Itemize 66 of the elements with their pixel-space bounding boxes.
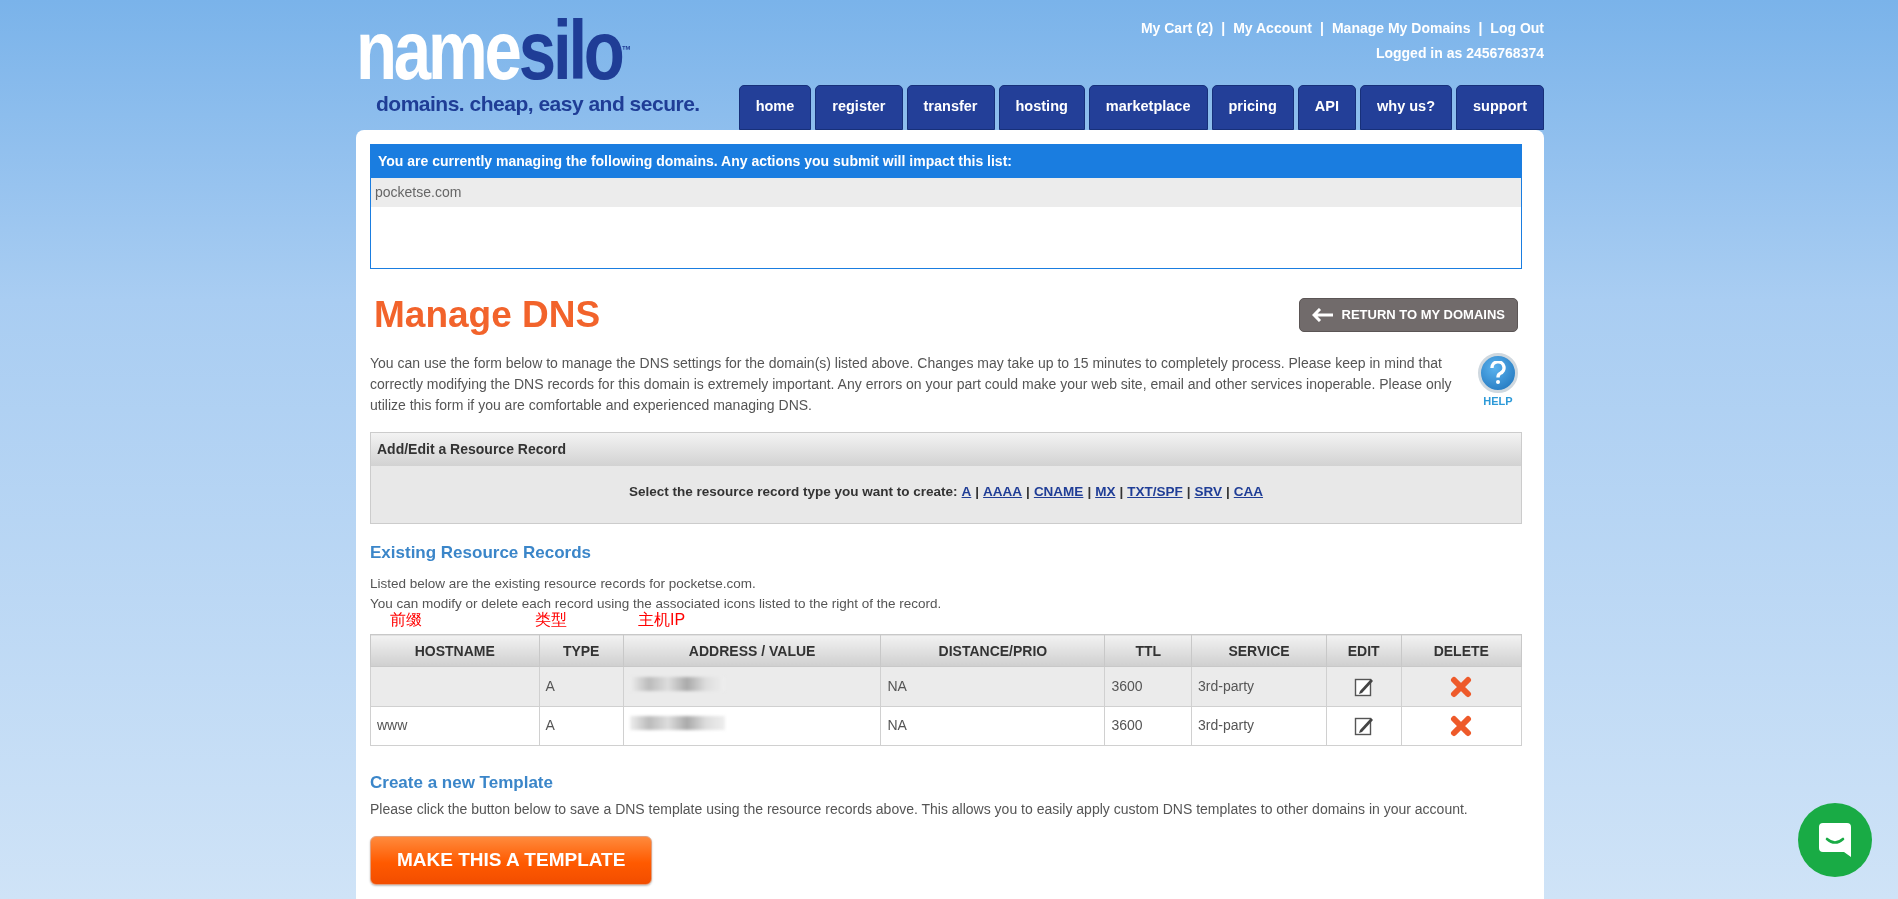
nav-tab[interactable]: hosting <box>998 85 1085 130</box>
record-type-link[interactable]: MX <box>1095 482 1116 503</box>
column-header: ADDRESS / VALUE <box>623 634 881 667</box>
column-header: DISTANCE/PRIO <box>880 634 1105 667</box>
table-cell: A <box>539 706 624 746</box>
section-heading: Create a new Template <box>370 772 554 794</box>
record-type-link[interactable]: CNAME <box>1033 482 1084 503</box>
logged-in-text: Logged in as 2456768374 <box>1374 44 1544 63</box>
return-button[interactable]: RETURN TO MY DOMAINS <box>1298 298 1518 332</box>
prompt-text: Select the resource record type you want to create: <box>628 483 958 502</box>
record-type-link[interactable]: A <box>961 482 972 503</box>
nav-tab[interactable]: support <box>1456 85 1544 130</box>
table-cell: www <box>370 706 540 746</box>
table-cell: 3rd-party <box>1191 666 1327 707</box>
column-header: HOSTNAME <box>370 634 540 667</box>
annotation-text: 类型 <box>535 610 567 631</box>
delete-icon[interactable] <box>1450 715 1473 737</box>
column-header: SERVICE <box>1191 634 1327 667</box>
table-cell: A <box>539 666 624 707</box>
separator-text: | <box>1026 483 1030 502</box>
panel-header: You are currently managing the following domains. Any actions you submit will impact this list: <box>371 145 1521 178</box>
logo-tagline: domains. cheap, easy and secure. <box>376 91 701 117</box>
table-cell: NA <box>880 666 1105 707</box>
record-type-link[interactable]: CAA <box>1233 482 1264 503</box>
nav-tab[interactable]: marketplace <box>1088 85 1208 130</box>
arrow-left-icon <box>1311 308 1334 323</box>
description-text: Listed below are the existing resource records for pocketse.com. <box>370 574 757 593</box>
separator-text: | <box>1087 483 1092 502</box>
nav-tab[interactable]: home <box>738 85 812 130</box>
record-type-link[interactable]: TXT/SPF <box>1127 482 1183 503</box>
page-title: Manage DNS <box>374 293 601 337</box>
annotation-text: 前缀 <box>390 610 422 631</box>
intro-paragraph: You can use the form below to manage the DNS settings for the domain(s) listed above. Changes may take up to 15 minutes to completely process. Please keep in mind that correctly modifying the DNS records for this domain is extremely important. Any errors on your part could make your web site, email and other services inoperable. Please only utilize this form if you are comfortable and experienced managing DNS. <box>370 354 1453 416</box>
column-header: EDIT <box>1326 634 1402 667</box>
separator-text: | <box>1320 19 1324 38</box>
nav-tab[interactable]: API <box>1297 85 1356 130</box>
nav-tab[interactable]: register <box>815 85 903 130</box>
description-text: Please click the button below to save a DNS template using the resource records above. This allows you to easily apply custom DNS templates to other domains in your account. <box>370 800 1469 820</box>
edit-icon[interactable] <box>1353 715 1374 737</box>
logo: namesilo™ <box>356 12 632 88</box>
record-type-link[interactable]: SRV <box>1194 482 1222 503</box>
table-cell: NA <box>880 706 1105 746</box>
separator-text: | <box>975 483 980 502</box>
nav-tab[interactable]: why us? <box>1360 85 1453 130</box>
table-cell: 3600 <box>1104 666 1192 707</box>
record-type-link[interactable]: AAAA <box>983 482 1023 503</box>
chat-icon <box>1817 821 1853 859</box>
column-header: TTL <box>1104 634 1192 667</box>
separator-text: | <box>1226 483 1230 502</box>
delete-icon[interactable] <box>1450 675 1473 698</box>
help-icon[interactable] <box>1478 353 1518 394</box>
column-header: DELETE <box>1401 634 1522 667</box>
column-header: TYPE <box>539 634 624 667</box>
domain-item: pocketse.com <box>371 178 1521 207</box>
nav-tab[interactable]: transfer <box>906 85 995 130</box>
section-heading: Existing Resource Records <box>370 542 593 565</box>
separator-text: | <box>1186 483 1191 502</box>
table-cell: 3rd-party <box>1191 706 1327 746</box>
description-text: You can modify or delete each record using the associated icons listed to the right of the record. <box>370 595 943 612</box>
separator-text: | <box>1119 483 1124 502</box>
separator-text: | <box>1221 19 1226 38</box>
annotation-text: 主机IP <box>638 610 686 631</box>
table-cell: 3600 <box>1104 706 1192 746</box>
nav-tab[interactable]: pricing <box>1211 85 1294 130</box>
panel-header: Add/Edit a Resource Record <box>371 433 1521 467</box>
separator-text: | <box>1478 19 1483 38</box>
